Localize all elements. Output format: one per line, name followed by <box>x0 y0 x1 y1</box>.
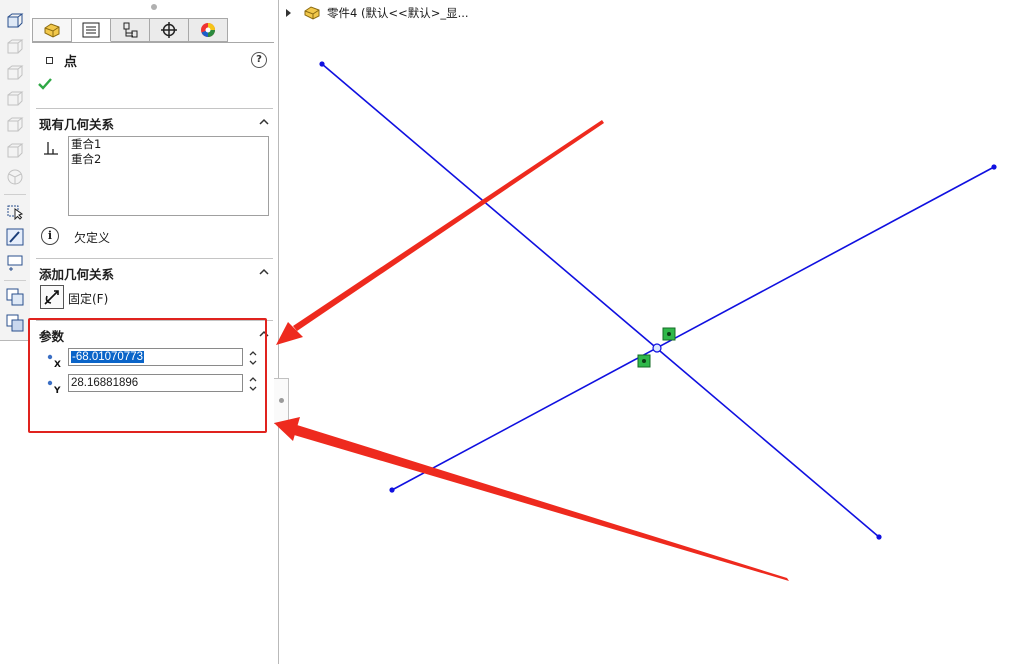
coincident-relation-icon[interactable] <box>662 327 676 341</box>
endpoint[interactable] <box>389 487 395 493</box>
annotation-arrow-upper <box>276 120 604 345</box>
sketch-line-2[interactable] <box>391 166 995 491</box>
endpoint[interactable] <box>991 164 997 170</box>
endpoint[interactable] <box>319 61 325 67</box>
coincident-relation-icon[interactable] <box>637 354 651 368</box>
annotation-arrow-lower <box>274 417 789 581</box>
endpoint[interactable] <box>876 534 882 540</box>
selected-sketch-point[interactable] <box>652 343 662 353</box>
graphics-area[interactable] <box>0 0 1026 664</box>
